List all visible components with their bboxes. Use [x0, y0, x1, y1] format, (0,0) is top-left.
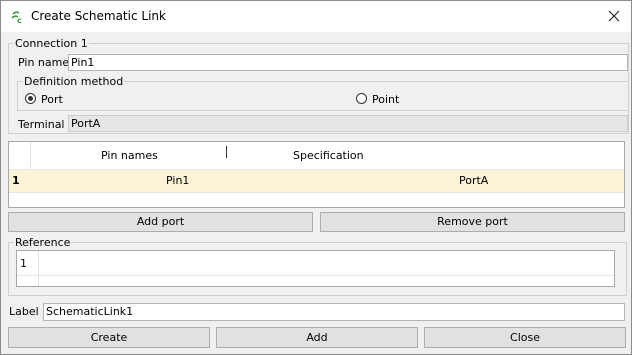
row-number: 1 [12, 174, 20, 187]
definition-method-legend: Definition method [23, 75, 125, 88]
pin-name-label: Pin name [18, 56, 70, 69]
dialog-window: c Create Schematic Link Connection 1 Pin… [0, 0, 632, 355]
reference-row-number: 1 [20, 257, 27, 270]
radio-port-label[interactable]: Port [41, 93, 63, 106]
reference-row-divider [38, 251, 39, 286]
terminal-label: Terminal [18, 118, 65, 131]
cell-specification[interactable]: PortA [459, 174, 488, 187]
column-header-pin-names[interactable]: Pin names [101, 149, 158, 162]
add-button[interactable]: Add [216, 327, 418, 348]
radio-point-label[interactable]: Point [372, 93, 399, 106]
column-resize-handle[interactable] [226, 146, 227, 158]
radio-port[interactable] [25, 93, 36, 104]
column-header-specification[interactable]: Specification [293, 149, 364, 162]
schematic-link-icon: c [11, 11, 22, 24]
title-bar: c Create Schematic Link [1, 1, 631, 32]
svg-text:c: c [17, 16, 22, 24]
table-corner [9, 142, 31, 169]
reference-legend: Reference [14, 236, 72, 249]
pin-name-input[interactable]: Pin1 [68, 54, 628, 71]
connection-legend: Connection 1 [14, 37, 89, 50]
radio-point[interactable] [356, 93, 367, 104]
window-title: Create Schematic Link [31, 9, 166, 23]
remove-port-button[interactable]: Remove port [320, 212, 625, 232]
cell-pin-name[interactable]: Pin1 [166, 174, 189, 187]
table-row[interactable]: 1 Pin1 PortA [9, 169, 624, 193]
create-button[interactable]: Create [8, 327, 210, 348]
label-caption: Label [9, 305, 39, 318]
add-port-button[interactable]: Add port [8, 212, 313, 232]
label-input[interactable]: SchematicLink1 [43, 303, 625, 321]
reference-list[interactable]: 1 [16, 250, 615, 287]
reference-row[interactable]: 1 [17, 251, 614, 276]
terminal-field[interactable]: PortA [68, 115, 628, 132]
pin-spec-table[interactable]: Pin names Specification 1 Pin1 PortA [8, 141, 625, 208]
close-button[interactable]: Close [424, 327, 626, 348]
close-icon[interactable] [605, 7, 623, 25]
